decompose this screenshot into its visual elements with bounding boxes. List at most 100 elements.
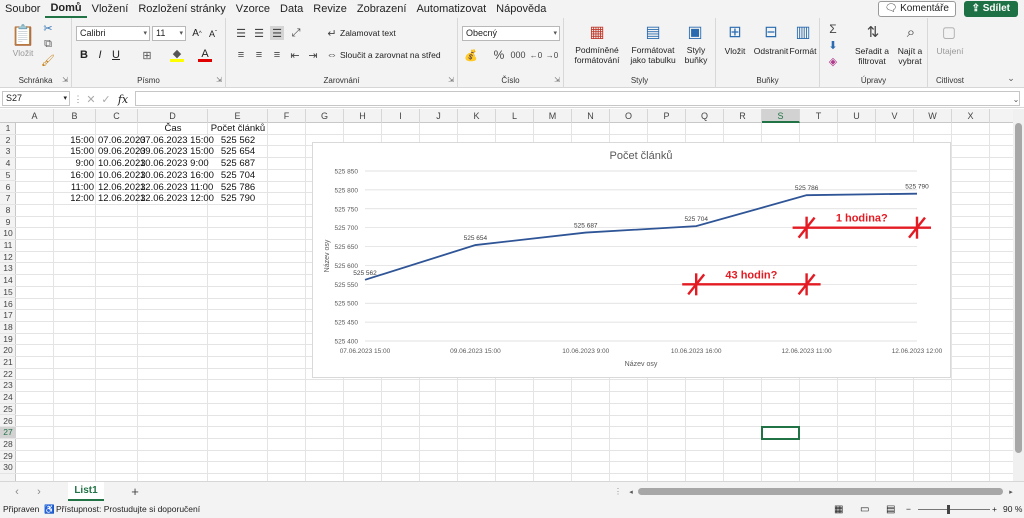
scroll-left-icon[interactable]: ◂ — [626, 486, 636, 498]
line-chart[interactable]: Počet článků 525 400 525 450 525 500 525 550… — [312, 142, 951, 378]
increase-decimal-icon[interactable]: ←0 — [530, 48, 542, 62]
column-header[interactable]: T — [800, 109, 838, 123]
format-cells-icon[interactable]: ▥ — [792, 22, 814, 42]
column-header[interactable]: G — [306, 109, 344, 123]
expand-formula-icon[interactable]: ⌄ — [1011, 93, 1021, 105]
shrink-font-icon[interactable]: Aˇ — [206, 26, 220, 41]
column-header[interactable]: H — [344, 109, 382, 123]
borders-icon[interactable]: ⊞ — [140, 48, 154, 62]
row-header[interactable]: 15 — [0, 287, 16, 299]
decrease-decimal-icon[interactable]: →0 — [546, 48, 558, 62]
font-name-select[interactable]: Calibri ▾ — [76, 26, 150, 41]
column-header[interactable]: V — [876, 109, 914, 123]
cell-C5[interactable]: 10.06.2023 — [98, 170, 146, 182]
accessibility-status[interactable]: Přístupnost: Prostudujte si doporučení — [56, 501, 200, 518]
row-header[interactable]: 6 — [0, 182, 16, 194]
increase-indent-icon[interactable]: ⇥ — [306, 48, 320, 62]
conditional-formatting-icon[interactable]: ▦ — [586, 22, 608, 42]
row-header[interactable]: 28 — [0, 439, 16, 451]
column-header[interactable]: W — [914, 109, 952, 123]
delete-cells-button[interactable]: Odstranit — [750, 46, 792, 56]
column-header[interactable]: E — [208, 109, 268, 123]
fill-color-icon[interactable]: ◆ — [170, 48, 184, 62]
column-header[interactable]: K — [458, 109, 496, 123]
format-as-table-icon[interactable]: ▤ — [642, 22, 664, 42]
cell-E4[interactable]: 525 687 — [210, 158, 266, 170]
column-header[interactable]: M — [534, 109, 572, 123]
vertical-scrollbar[interactable] — [1013, 109, 1024, 481]
menu-item-5[interactable]: Data — [275, 0, 308, 18]
collapse-ribbon-icon[interactable]: ⌄ — [1004, 72, 1018, 84]
orientation-icon[interactable]: ⤢ — [288, 26, 304, 40]
wrap-text-button[interactable]: Zalamovat text — [340, 28, 396, 38]
cell-E5[interactable]: 525 704 — [210, 170, 266, 182]
cell-D6[interactable]: 12.06.2023 11:00 — [140, 182, 213, 194]
cell-C7[interactable]: 12.06.2023 — [98, 193, 146, 205]
row-header[interactable]: 1 — [0, 123, 16, 135]
row-header[interactable]: 13 — [0, 263, 16, 276]
column-header[interactable]: F — [268, 109, 306, 123]
cell-D2[interactable]: 07.06.2023 15:00 — [140, 135, 214, 147]
scroll-tabs-right-icon[interactable]: › — [34, 485, 44, 499]
add-sheet-button[interactable]: + — [128, 484, 142, 499]
row-header[interactable]: 25 — [0, 404, 16, 416]
cell-C4[interactable]: 10.06.2023 — [98, 158, 146, 170]
cell-E7[interactable]: 525 790 — [210, 193, 266, 205]
cell-E2[interactable]: 525 562 — [210, 135, 266, 147]
number-format-select[interactable]: Obecný ▾ — [462, 26, 560, 41]
column-header[interactable]: P — [648, 109, 686, 123]
sort-filter-icon[interactable]: ⇅ — [862, 22, 884, 42]
column-header[interactable]: Q — [686, 109, 724, 123]
column-header[interactable]: D — [138, 109, 208, 123]
column-header[interactable]: N — [572, 109, 610, 123]
row-header[interactable]: 5 — [0, 170, 16, 182]
font-launcher-icon[interactable]: ⇲ — [216, 76, 222, 84]
align-right-icon[interactable]: ≡ — [270, 48, 284, 62]
sensitivity-button[interactable]: Utajení — [930, 46, 970, 56]
cell-B2[interactable]: 15:00 — [56, 135, 94, 147]
row-header[interactable]: 23 — [0, 380, 16, 393]
insert-cells-button[interactable]: Vložit — [720, 46, 750, 56]
enter-icon[interactable]: ✓ — [101, 92, 111, 106]
clear-icon[interactable]: ◈ — [826, 54, 840, 68]
bold-button[interactable]: B — [78, 48, 90, 62]
row-header[interactable]: 3 — [0, 146, 16, 159]
vertical-scroll-thumb[interactable] — [1015, 123, 1022, 453]
menu-item-4[interactable]: Vzorce — [231, 0, 275, 18]
row-header[interactable]: 12 — [0, 252, 16, 264]
clipboard-launcher-icon[interactable]: ⇲ — [62, 76, 68, 84]
column-header[interactable]: J — [420, 109, 458, 123]
align-center-icon[interactable]: ≡ — [252, 48, 266, 62]
font-size-select[interactable]: 11 ▾ — [152, 26, 186, 41]
row-header[interactable]: 9 — [0, 217, 16, 229]
menu-item-8[interactable]: Automatizovat — [411, 0, 491, 18]
cell-D1[interactable]: Čas — [140, 123, 206, 135]
scroll-tabs-left-icon[interactable]: ‹ — [12, 485, 22, 499]
merge-center-button[interactable]: Sloučit a zarovnat na střed — [340, 50, 441, 60]
cell-E3[interactable]: 525 654 — [210, 146, 266, 158]
cell-C2[interactable]: 07.06.2023 — [98, 135, 146, 147]
row-header[interactable]: 2 — [0, 135, 16, 147]
zoom-out-icon[interactable]: − — [906, 501, 911, 518]
thousands-separator-icon[interactable]: 000 — [510, 48, 526, 62]
wrap-text-icon[interactable]: ↵ — [326, 26, 338, 40]
zoom-level[interactable]: 90 % — [1003, 501, 1022, 518]
row-header[interactable]: 30 — [0, 462, 16, 474]
underline-button[interactable]: U — [110, 48, 122, 62]
decrease-indent-icon[interactable]: ⇤ — [288, 48, 302, 62]
column-header[interactable]: S — [762, 109, 800, 123]
cell-B6[interactable]: 11:00 — [56, 182, 94, 194]
sensitivity-icon[interactable]: ▢ — [938, 22, 960, 42]
find-select-button[interactable]: Najít a vybrat — [892, 46, 928, 66]
percent-button[interactable]: % — [492, 48, 506, 62]
row-header[interactable]: 24 — [0, 392, 16, 404]
conditional-formatting-button[interactable]: Podmíněné formátování — [566, 45, 628, 65]
menu-item-7[interactable]: Zobrazení — [352, 0, 412, 18]
column-header[interactable]: R — [724, 109, 762, 123]
align-middle-icon[interactable]: ☰ — [252, 26, 266, 40]
comments-button[interactable]: 🗨 Komentáře — [877, 1, 956, 17]
column-header[interactable]: I — [382, 109, 420, 123]
page-layout-icon[interactable]: ▭ — [860, 501, 869, 518]
zoom-in-icon[interactable]: + — [992, 501, 997, 518]
sort-filter-button[interactable]: Seřadit a filtrovat — [852, 46, 892, 66]
